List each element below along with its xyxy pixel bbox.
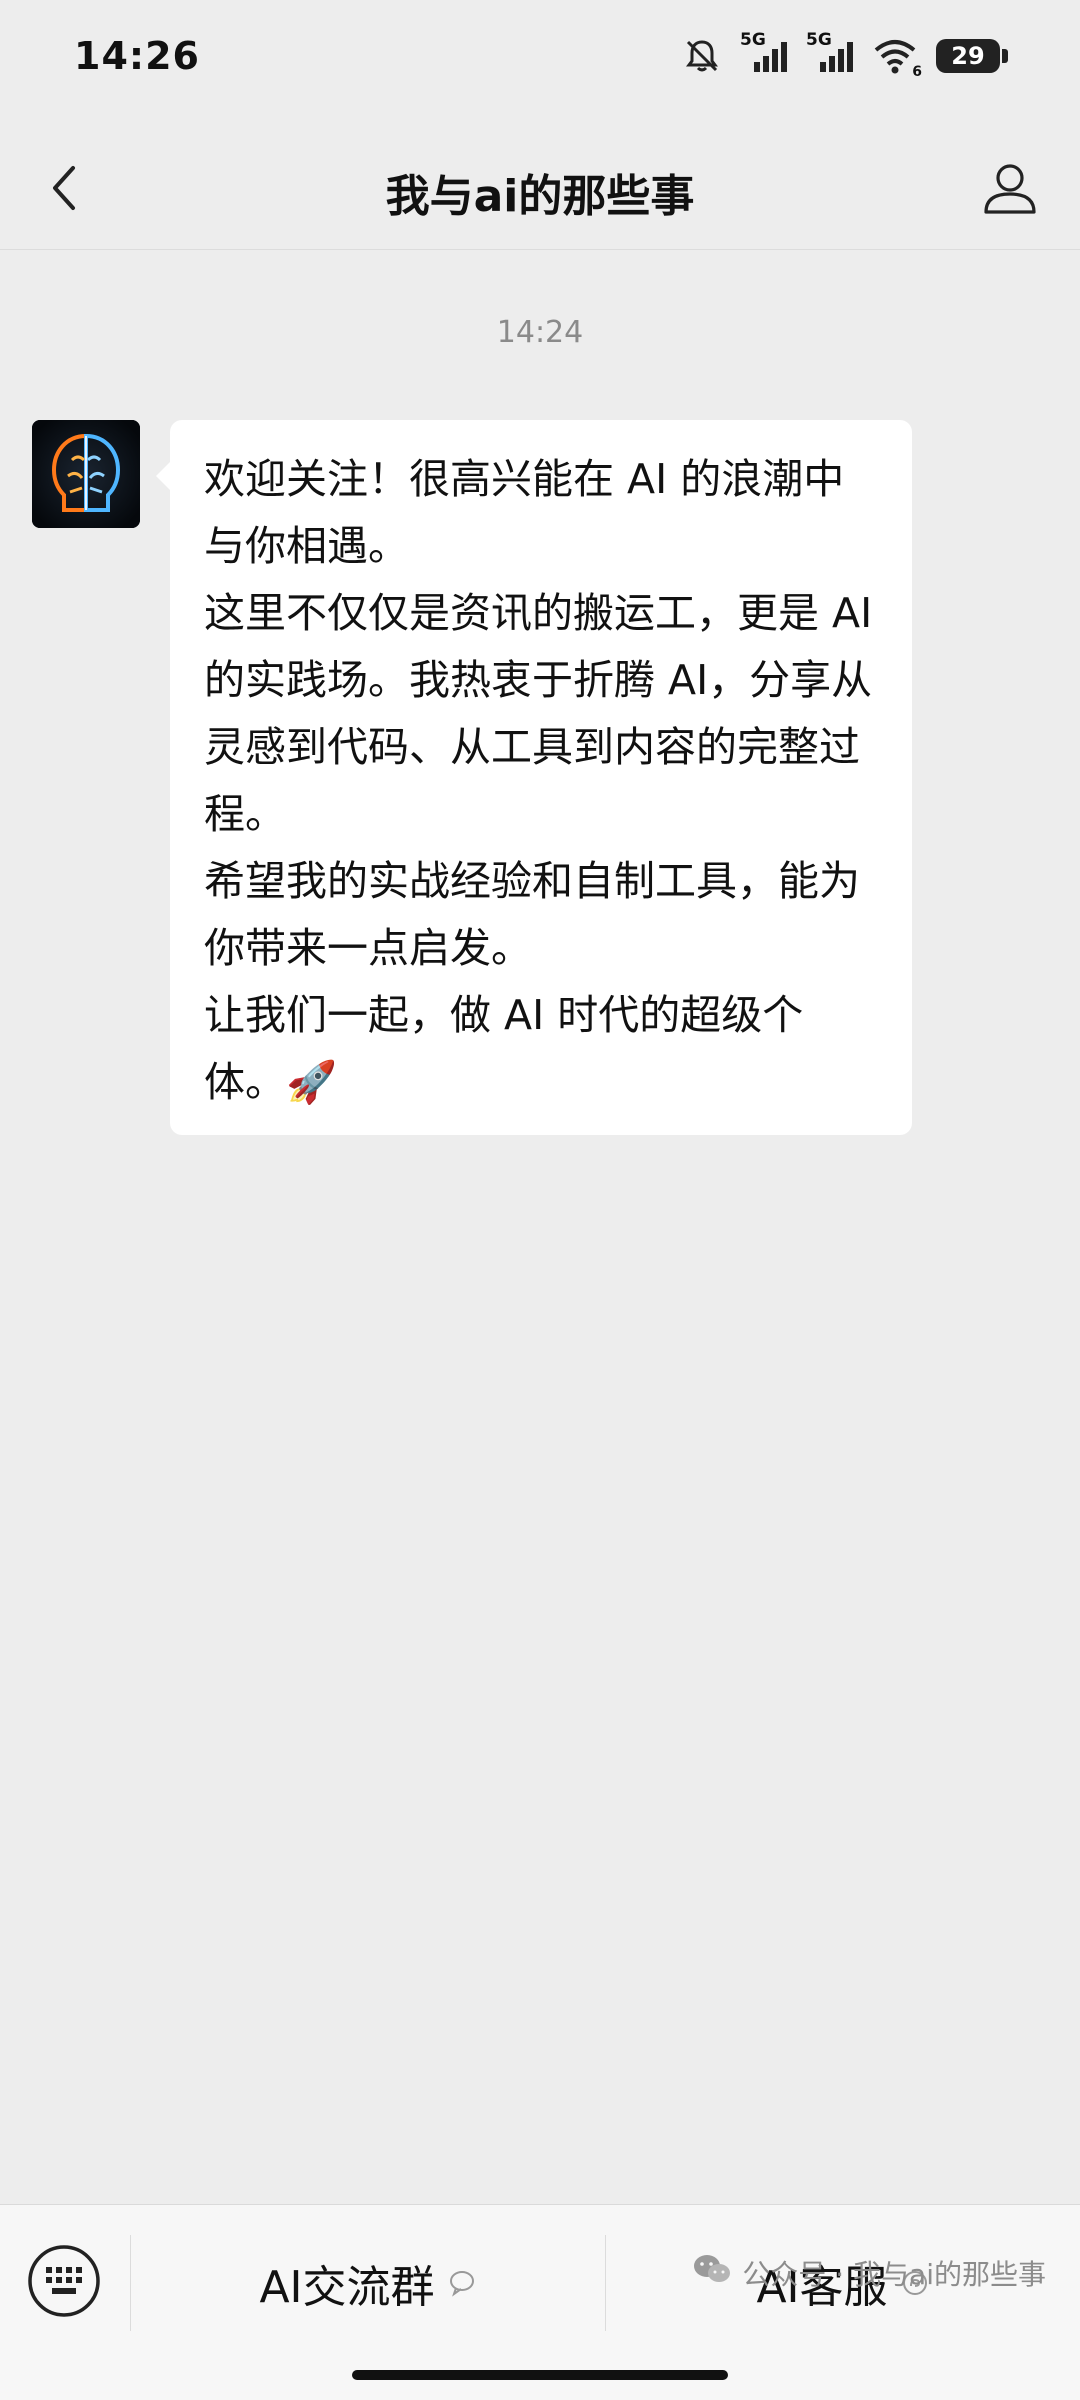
status-bar: 14:26 5G 5G 6 29 [0, 0, 1080, 110]
profile-button[interactable] [970, 152, 1050, 228]
network-label-2: 5G [806, 30, 832, 50]
watermark: 公众号 · 我与ai的那些事 [692, 2252, 1046, 2293]
message-text: 欢迎关注！很高兴能在 AI 的浪潮中与你相遇。 这里不仅仅是资讯的搬运工，更是 … [204, 455, 873, 1106]
battery-icon: 29 [936, 39, 1008, 73]
watermark-text: 公众号 · 我与ai的那些事 [742, 2257, 1046, 2291]
battery-level: 29 [951, 42, 985, 70]
wechat-icon [692, 2252, 732, 2293]
home-indicator[interactable] [352, 2370, 728, 2380]
chat-header: 我与ai的那些事 [0, 130, 1080, 250]
mute-bell-icon [682, 36, 722, 76]
chat-bubble-icon [447, 2258, 477, 2309]
status-icons: 5G 5G 6 29 [682, 30, 1008, 82]
keyboard-toggle-button[interactable] [26, 2245, 102, 2321]
menu-item-ai-group[interactable]: AI交流群 [131, 2241, 605, 2325]
menu-item-label: AI交流群 [259, 2262, 435, 2313]
message-bubble[interactable]: 欢迎关注！很高兴能在 AI 的浪潮中与你相遇。 这里不仅仅是资讯的搬运工，更是 … [156, 420, 912, 1135]
page-title: 我与ai的那些事 [385, 171, 695, 222]
message-timestamp: 14:24 [496, 315, 584, 350]
keyboard-icon [26, 2243, 102, 2323]
wifi-icon: 6 [872, 36, 922, 80]
person-outline-icon [981, 159, 1039, 221]
network-label-1: 5G [740, 30, 766, 50]
status-time: 14:26 [74, 34, 200, 78]
avatar[interactable] [32, 420, 140, 528]
wifi-level: 6 [912, 64, 922, 80]
signal-icon: 5G [806, 30, 854, 76]
ai-head-logo-icon [32, 420, 140, 528]
signal-icon: 5G [740, 30, 788, 76]
